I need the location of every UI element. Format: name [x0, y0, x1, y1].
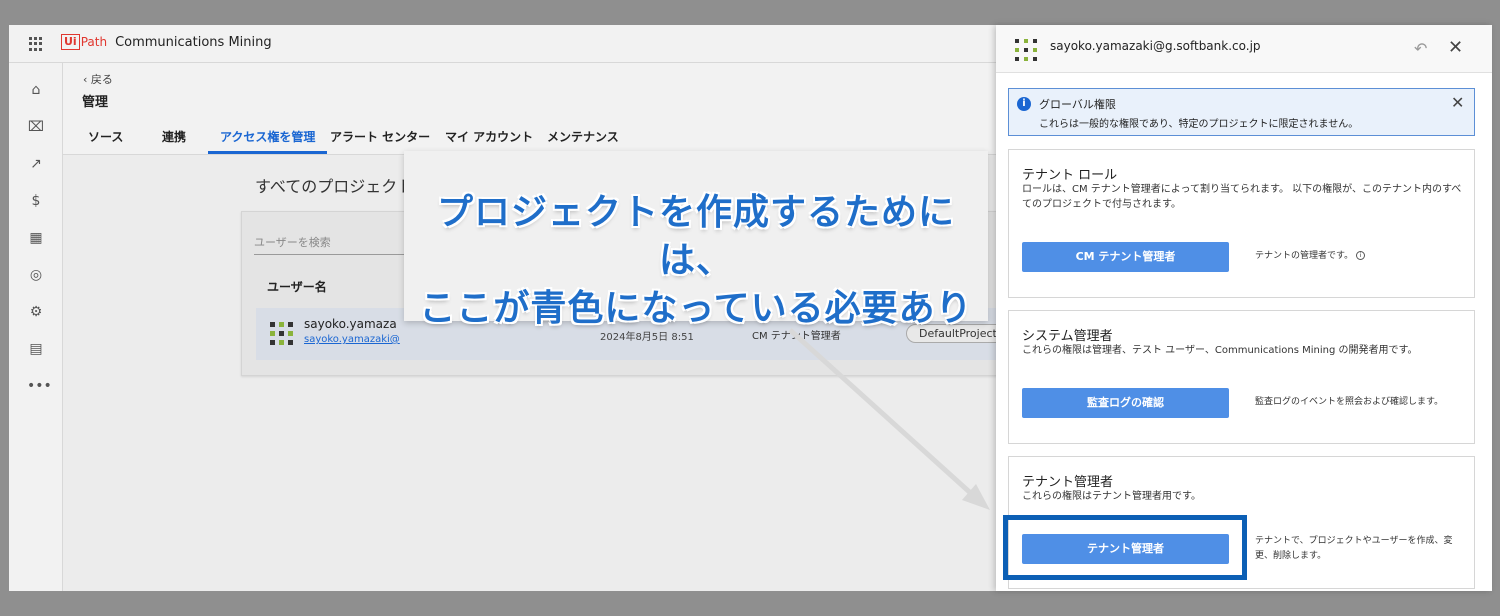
page-title: 管理 — [82, 95, 109, 110]
tab-integrations[interactable]: 連携 — [162, 128, 186, 154]
permission-desc: 監査ログのイベントを照会および確認します。 — [1255, 397, 1444, 407]
tab-access[interactable]: アクセス権を管理 — [208, 128, 328, 154]
permission-desc-text: テナントの管理者です。 — [1255, 251, 1354, 261]
logo-path: Path — [80, 35, 108, 49]
signal-icon[interactable]: ◎ — [27, 266, 45, 284]
global-permissions-notice: i グローバル権限 これらは一般的な権限であり、特定のプロジェクトに限定されませ… — [1008, 88, 1475, 136]
annotation-line-1: プロジェクトを作成するためには、 — [436, 192, 955, 281]
top-bar: Ui Path Communications Mining — [9, 25, 999, 63]
logo-ui: Ui — [61, 34, 80, 50]
panel-header: sayoko.yamazaki@g.softbank.co.jp ↶ ✕ — [996, 25, 1492, 73]
panel-user-email: sayoko.yamazaki@g.softbank.co.jp — [1050, 39, 1261, 53]
section-title: テナント ロール — [1022, 168, 1118, 183]
notice-body: これらは一般的な権限であり、特定のプロジェクトに限定されません。 — [1039, 119, 1359, 130]
column-header-user[interactable]: ユーザー名 — [267, 278, 327, 295]
product-name: Communications Mining — [115, 34, 272, 50]
notice-close-icon[interactable]: ✕ — [1451, 93, 1464, 112]
undo-icon[interactable]: ↶ — [1414, 39, 1427, 58]
search-input[interactable]: ユーザーを検索 — [254, 234, 414, 255]
annotation-text: プロジェクトを作成するためには、 ここが青色になっている必要あり — [404, 189, 988, 333]
chart-icon[interactable]: ↗ — [27, 155, 45, 173]
currency-icon[interactable]: $ — [27, 192, 45, 210]
tab-sources[interactable]: ソース — [88, 128, 123, 154]
bug-icon[interactable]: ⌧ — [27, 118, 45, 136]
notice-title: グローバル権限 — [1039, 98, 1116, 111]
info-icon: i — [1017, 97, 1031, 111]
building-icon[interactable]: ▤ — [27, 340, 45, 358]
home-icon[interactable]: ⌂ — [27, 81, 45, 99]
highlight-box — [1003, 515, 1247, 580]
cm-tenant-admin-button[interactable]: CM テナント管理者 — [1022, 242, 1229, 272]
settings-icon[interactable]: ⚙ — [27, 303, 45, 321]
qr-icon[interactable]: ▦ — [27, 229, 45, 247]
app-launcher-icon[interactable] — [29, 37, 43, 51]
section-tenant-role: テナント ロール ロールは、CM テナント管理者によって割り当てられます。 以下… — [1008, 149, 1475, 298]
more-icon[interactable]: ••• — [27, 377, 52, 395]
left-rail: ⌂ ⌧ ↗ $ ▦ ◎ ⚙ ▤ ••• — [9, 63, 63, 591]
user-permissions-panel: sayoko.yamazaki@g.softbank.co.jp ↶ ✕ i グ… — [996, 25, 1492, 591]
audit-log-button[interactable]: 監査ログの確認 — [1022, 388, 1229, 418]
avatar — [270, 322, 293, 345]
logo[interactable]: Ui Path Communications Mining — [61, 34, 272, 50]
section-system-admin: システム管理者 これらの権限は管理者、テスト ユーザー、Communicatio… — [1008, 310, 1475, 444]
permission-desc: テナントの管理者です。 i — [1255, 249, 1366, 264]
close-icon[interactable]: ✕ — [1448, 37, 1463, 58]
permission-desc: テナントで、プロジェクトやユーザーを作成、変更、削除します。 — [1255, 536, 1453, 561]
annotation-callout: プロジェクトを作成するためには、 ここが青色になっている必要あり — [404, 151, 988, 329]
section-title: システム管理者 — [1022, 329, 1113, 344]
avatar — [1015, 39, 1037, 61]
section-desc: ロールは、CM テナント管理者によって割り当てられます。 以下の権限が、このテナ… — [1022, 184, 1462, 210]
section-title: すべてのプロジェクト — [255, 177, 414, 196]
back-link[interactable]: ‹ 戻る — [83, 71, 113, 87]
section-desc: これらの権限はテナント管理者用です。 — [1022, 491, 1201, 502]
annotation-line-2: ここが青色になっている必要あり — [419, 288, 973, 329]
section-desc: これらの権限は管理者、テスト ユーザー、Communications Minin… — [1022, 345, 1418, 356]
section-title: テナント管理者 — [1022, 475, 1114, 490]
info-icon[interactable]: i — [1356, 251, 1366, 260]
user-email[interactable]: sayoko.yamazaki@ — [304, 334, 400, 345]
user-name: sayoko.yamaza — [304, 317, 397, 331]
page-header: ‹ 戻る 管理 ソース 連携 アクセス権を管理 アラート センター マイ アカウ… — [63, 63, 999, 155]
